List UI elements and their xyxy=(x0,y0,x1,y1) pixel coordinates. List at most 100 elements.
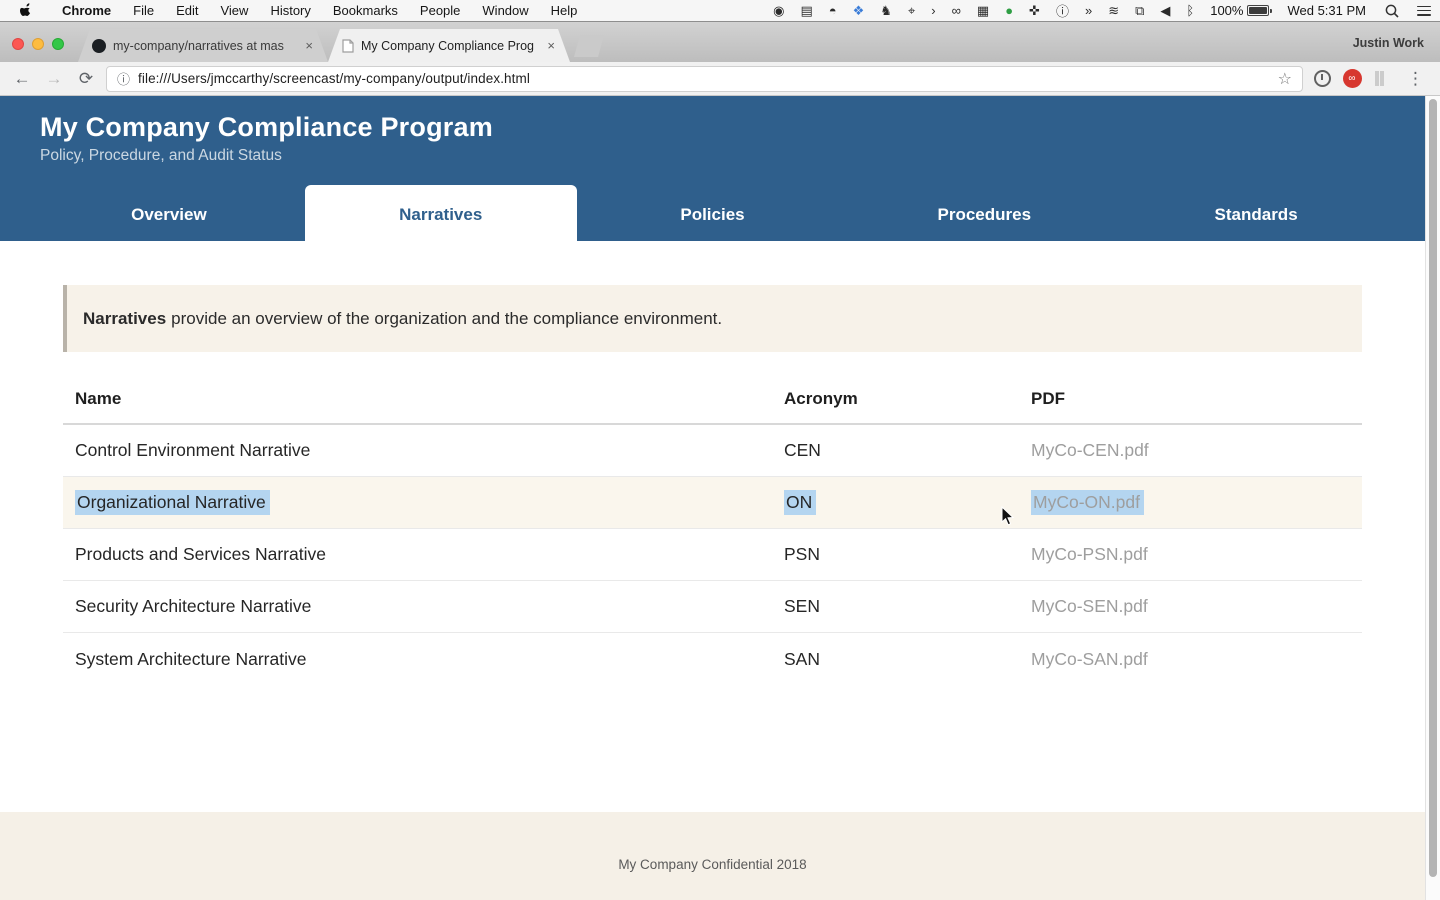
globe-icon[interactable]: ● xyxy=(997,3,1021,18)
browser-toolbar: ← → ⟳ ⓘ file:///Users/jmccarthy/screenca… xyxy=(0,62,1440,96)
tab-title: my-company/narratives at mas xyxy=(113,39,297,53)
scrollbar-thumb[interactable] xyxy=(1429,99,1437,877)
bluetooth-icon[interactable]: ᛒ xyxy=(1178,3,1202,18)
table-row: Control Environment Narrative CEN MyCo-C… xyxy=(63,425,1362,477)
menubar-item-bookmarks[interactable]: Bookmarks xyxy=(322,3,409,18)
mouse-cursor xyxy=(1001,506,1017,528)
chevron-icon[interactable]: › xyxy=(923,3,943,18)
pdf-link[interactable]: MyCo-CEN.pdf xyxy=(1031,440,1149,460)
pdf-link[interactable]: MyCo-PSN.pdf xyxy=(1031,544,1148,564)
page-favicon-icon xyxy=(342,39,354,53)
spotlight-search-icon[interactable] xyxy=(1376,4,1408,18)
github-favicon-icon xyxy=(92,39,106,53)
tab-close-icon[interactable]: × xyxy=(304,38,314,53)
pdf-link[interactable]: MyCo-SAN.pdf xyxy=(1031,649,1148,669)
tab-narratives[interactable]: Narratives xyxy=(305,185,577,245)
address-bar[interactable]: ⓘ file:///Users/jmccarthy/screencast/my-… xyxy=(106,66,1303,92)
battery-percent-label: 100% xyxy=(1210,3,1243,18)
menubar-item-edit[interactable]: Edit xyxy=(165,3,209,18)
menubar-item-people[interactable]: People xyxy=(409,3,471,18)
menubar-item-window[interactable]: Window xyxy=(471,3,539,18)
menubar-item-file[interactable]: File xyxy=(122,3,165,18)
col-header-acronym: Acronym xyxy=(772,389,1019,409)
screen: Chrome File Edit View History Bookmarks … xyxy=(0,0,1440,900)
volume-icon[interactable]: ◀ xyxy=(1152,3,1178,19)
page-title: My Company Compliance Program xyxy=(40,112,1425,143)
new-tab-button[interactable] xyxy=(574,35,604,57)
table-row-selected: Organizational Narrative ON MyCo-ON.pdf xyxy=(63,477,1362,529)
browser-menu-icon[interactable]: ⋮ xyxy=(1401,69,1430,89)
narratives-callout: Narratives provide an overview of the or… xyxy=(63,285,1362,352)
notification-center-icon[interactable] xyxy=(1408,6,1440,16)
extension-power-icon[interactable] xyxy=(1311,68,1333,90)
narratives-table: Name Acronym PDF Control Environment Nar… xyxy=(63,375,1362,685)
vertical-scrollbar[interactable] xyxy=(1425,96,1440,900)
hand-icon[interactable]: ✜ xyxy=(1021,3,1048,19)
info-circle-icon[interactable]: ⓘ xyxy=(1048,1,1077,20)
browser-tab-github[interactable]: my-company/narratives at mas × xyxy=(78,29,328,62)
page-footer: My Company Confidential 2018 xyxy=(0,812,1425,900)
close-window-button[interactable] xyxy=(12,38,24,50)
menubar-item-history[interactable]: History xyxy=(259,3,321,18)
cell-acronym: ON xyxy=(784,490,816,515)
menubar-clock[interactable]: Wed 5:31 PM xyxy=(1277,3,1376,18)
table-row: System Architecture Narrative SAN MyCo-S… xyxy=(63,633,1362,685)
table-row: Products and Services Narrative PSN MyCo… xyxy=(63,529,1362,581)
forward-button[interactable]: → xyxy=(42,69,66,89)
pdf-link[interactable]: MyCo-SEN.pdf xyxy=(1031,596,1148,616)
cell-acronym: PSN xyxy=(772,544,1019,565)
cell-name: Security Architecture Narrative xyxy=(63,596,772,617)
back-button[interactable]: ← xyxy=(10,69,34,89)
pdf-link[interactable]: MyCo-ON.pdf xyxy=(1031,490,1144,515)
bookmark-star-icon[interactable]: ☆ xyxy=(1278,69,1292,89)
wing-icon[interactable]: » xyxy=(1077,3,1100,18)
minimize-window-button[interactable] xyxy=(32,38,44,50)
tab-title: My Company Compliance Prog xyxy=(361,39,539,53)
tab-policies[interactable]: Policies xyxy=(577,189,849,241)
page-header: My Company Compliance Program Policy, Pr… xyxy=(0,96,1425,189)
cell-name: System Architecture Narrative xyxy=(63,649,772,670)
table-header-row: Name Acronym PDF xyxy=(63,375,1362,425)
animal-app-icon[interactable]: ♞ xyxy=(872,3,900,19)
col-header-name: Name xyxy=(63,389,772,409)
apple-menu-icon[interactable] xyxy=(0,3,51,18)
cell-acronym: SEN xyxy=(772,596,1019,617)
zoom-window-button[interactable] xyxy=(52,38,64,50)
footer-text: My Company Confidential 2018 xyxy=(618,857,806,872)
webpage: My Company Compliance Program Policy, Pr… xyxy=(0,96,1425,900)
tab-standards[interactable]: Standards xyxy=(1120,189,1392,241)
window-shade-icon[interactable]: ▤ xyxy=(792,3,820,19)
extension-red-link-icon[interactable]: ∞ xyxy=(1341,68,1363,90)
cell-acronym: SAN xyxy=(772,649,1019,670)
menubar-item-chrome[interactable]: Chrome xyxy=(51,3,122,18)
col-header-pdf: PDF xyxy=(1019,389,1362,409)
browser-profile-name[interactable]: Justin Work xyxy=(1353,36,1440,62)
callout-text: provide an overview of the organization … xyxy=(171,309,722,329)
tab-close-icon[interactable]: × xyxy=(546,38,556,53)
battery-indicator[interactable]: 100% xyxy=(1202,3,1277,18)
airplay-icon[interactable]: ⧉ xyxy=(1127,3,1152,19)
knot-app-icon[interactable]: ❖ xyxy=(845,3,873,19)
table-row: Security Architecture Narrative SEN MyCo… xyxy=(63,581,1362,633)
callout-bold-text: Narratives xyxy=(83,309,166,329)
url-text[interactable]: file:///Users/jmccarthy/screencast/my-co… xyxy=(138,71,1270,86)
screen-record-icon[interactable]: ◉ xyxy=(765,3,792,19)
tab-overview[interactable]: Overview xyxy=(33,189,305,241)
browser-tab-compliance[interactable]: My Company Compliance Prog × xyxy=(328,29,570,62)
browser-tabstrip: my-company/narratives at mas × My Compan… xyxy=(0,22,1440,62)
reload-button[interactable]: ⟳ xyxy=(74,69,98,89)
monitor-stats-icon[interactable]: ▦ xyxy=(969,3,997,19)
location-icon[interactable]: ⌖ xyxy=(900,3,923,19)
cell-name: Organizational Narrative xyxy=(75,490,270,515)
tab-procedures[interactable]: Procedures xyxy=(848,189,1120,241)
extension-grid-icon[interactable] xyxy=(1371,68,1393,90)
menubar-item-help[interactable]: Help xyxy=(540,3,589,18)
page-main: Narratives provide an overview of the or… xyxy=(0,285,1425,812)
pill-icon[interactable]: ◓ xyxy=(821,3,845,18)
menubar-item-view[interactable]: View xyxy=(209,3,259,18)
cell-name: Control Environment Narrative xyxy=(63,440,772,461)
cell-name: Products and Services Narrative xyxy=(63,544,772,565)
wifi-icon[interactable]: ≋ xyxy=(1100,3,1127,19)
page-info-icon[interactable]: ⓘ xyxy=(117,69,130,88)
glasses-icon[interactable]: ∞ xyxy=(944,3,969,18)
